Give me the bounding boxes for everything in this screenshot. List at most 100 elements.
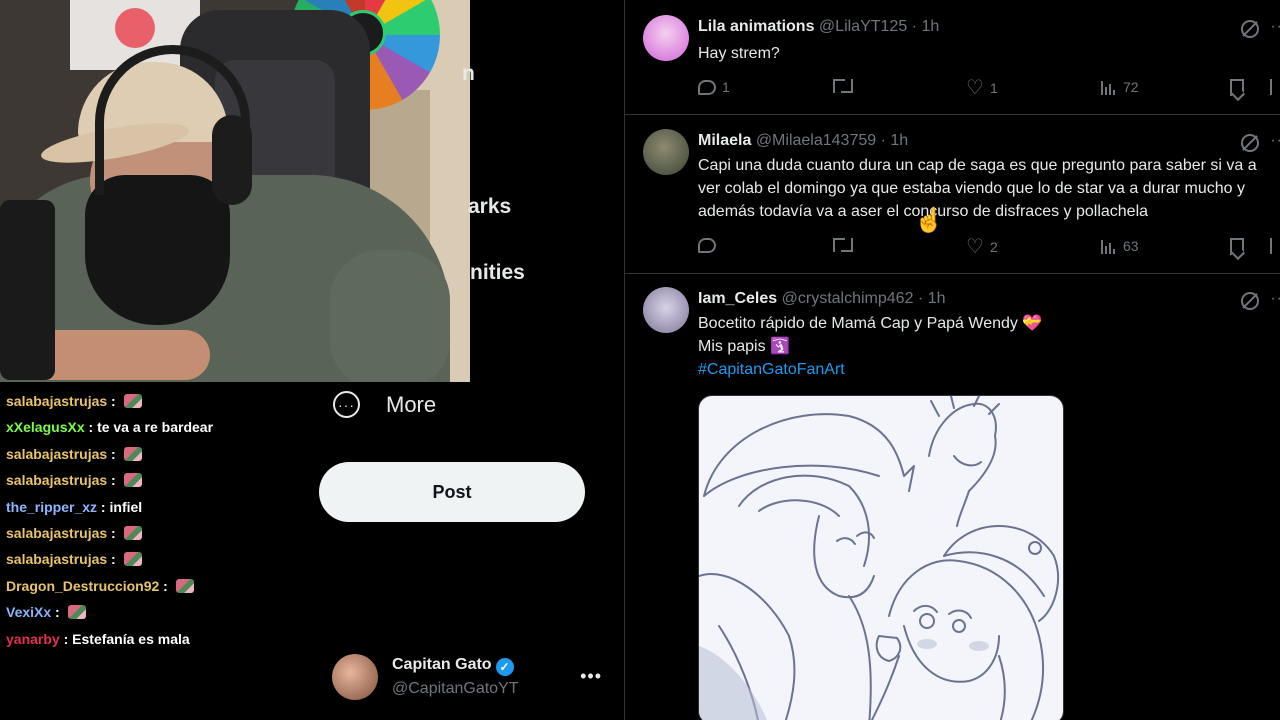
tweet-text: Bocetito rápido de Mamá Cap y Papá Wendy… xyxy=(698,312,1278,381)
share-button[interactable] xyxy=(1270,79,1280,95)
retweet-button[interactable] xyxy=(833,79,859,93)
chat-message: salabajastrujas : xyxy=(0,467,300,493)
chat-emote-icon xyxy=(123,525,142,540)
tweet-line-1: Bocetito rápido de Mamá Cap y Papá Wendy xyxy=(698,315,1018,332)
chat-username[interactable]: salabajastrujas xyxy=(6,446,107,462)
chat-username[interactable]: VexiXx xyxy=(6,604,51,620)
retweet-icon xyxy=(833,79,853,93)
tweet-author-handle[interactable]: @Milaela143759 xyxy=(756,132,876,149)
chat-username[interactable]: salabajastrujas xyxy=(6,393,107,409)
chat-emote-icon xyxy=(175,578,194,593)
reply-count: 1 xyxy=(722,79,730,95)
webcam-poster-graphic xyxy=(115,8,155,48)
nav-item-fragment-1[interactable]: n xyxy=(462,62,475,86)
tweet-text: Hay strem? xyxy=(698,45,780,62)
account-name-row: Capitan Gato ✓ xyxy=(392,656,514,676)
grok-icon[interactable] xyxy=(1241,134,1259,152)
tweet[interactable]: Milaela @Milaela143759 · 1h ·· Capi una … xyxy=(625,115,1280,274)
post-button[interactable]: Post xyxy=(319,462,585,522)
tweet-avatar[interactable] xyxy=(643,129,689,175)
webcam-overlay xyxy=(0,0,470,382)
tweet-time[interactable]: 1h xyxy=(928,290,946,307)
chat-separator: : xyxy=(107,445,120,462)
views-button[interactable]: 72 xyxy=(1101,79,1139,95)
chat-username[interactable]: Dragon_Destruccion92 xyxy=(6,578,159,594)
chat-username[interactable]: salabajastrujas xyxy=(6,551,107,567)
heart-icon: ♡ xyxy=(966,236,984,258)
tweet-more-icon[interactable]: ·· xyxy=(1270,290,1280,308)
tweet-hashtag-link[interactable]: #CapitanGatoFanArt xyxy=(698,358,1278,381)
tweet-author-handle[interactable]: @crystalchimp462 xyxy=(782,290,914,307)
chat-username[interactable]: salabajastrujas xyxy=(6,525,107,541)
tweet-line-2: Mis papis xyxy=(698,338,766,355)
chat-username[interactable]: xXelagusXx xyxy=(6,419,85,435)
tweet-time[interactable]: 1h xyxy=(921,18,939,35)
reply-button[interactable]: 1 xyxy=(698,79,730,95)
verified-badge-icon: ✓ xyxy=(495,658,514,676)
chat-username[interactable]: salabajastrujas xyxy=(6,472,107,488)
chat-separator: : xyxy=(97,498,110,515)
share-icon xyxy=(1270,238,1280,254)
tweet-more-icon[interactable]: ·· xyxy=(1270,132,1280,150)
like-button[interactable]: ♡ 2 xyxy=(966,236,998,258)
chat-emote-icon xyxy=(123,394,142,408)
chat-username[interactable]: yanarby xyxy=(6,631,60,647)
reply-icon xyxy=(698,79,716,95)
nav-item-bookmarks-fragment[interactable]: arks xyxy=(468,195,511,219)
tweet[interactable]: Lila animations @LilaYT125 · 1h ·· Hay s… xyxy=(625,0,1280,115)
tweet-author-name[interactable]: Lila animations xyxy=(698,18,814,35)
tweet-header: Milaela @Milaela143759 · 1h xyxy=(698,132,908,150)
chat-message: salabajastrujas : xyxy=(0,388,300,414)
chat-message: xXelagusXx : te va a re bardear xyxy=(0,414,300,440)
chat-message: Dragon_Destruccion92 : xyxy=(0,573,300,599)
grok-icon[interactable] xyxy=(1241,292,1259,310)
chat-username[interactable]: the_ripper_xz xyxy=(6,499,97,515)
tweet-avatar[interactable] xyxy=(643,15,689,61)
chat-separator: : xyxy=(107,551,120,568)
account-menu-icon[interactable]: ••• xyxy=(580,666,602,687)
chat-emote-icon xyxy=(67,605,86,620)
tweet-author-name[interactable]: Milaela xyxy=(698,132,751,149)
like-count: 1 xyxy=(989,80,998,96)
account-switcher[interactable]: Capitan Gato ✓ @CapitanGatoYT ••• xyxy=(332,654,602,704)
chat-emote-icon xyxy=(123,473,142,488)
more-circle-icon: ··· xyxy=(333,391,360,418)
tweet-author-name[interactable]: Iam_Celes xyxy=(698,290,777,307)
tweet-header: Iam_Celes @crystalchimp462 · 1h xyxy=(698,290,946,308)
tweet-text: Capi una duda cuanto dura un cap de saga… xyxy=(698,157,1257,220)
views-button[interactable]: 63 xyxy=(1101,238,1139,254)
chat-separator: : xyxy=(51,604,64,621)
tweet-author-handle[interactable]: @LilaYT125 xyxy=(819,18,907,35)
webcam-streamer-mask xyxy=(85,175,230,325)
account-handle: @CapitanGatoYT xyxy=(392,680,519,697)
reply-button[interactable] xyxy=(698,238,722,253)
chat-text: infiel xyxy=(109,498,143,515)
tweet-fanart-image[interactable] xyxy=(698,395,1064,720)
grok-icon[interactable] xyxy=(1241,20,1259,38)
nav-item-more[interactable]: ··· More xyxy=(333,391,436,418)
chat-message: VexiXx : xyxy=(0,599,300,625)
chat-separator: : xyxy=(107,472,120,489)
share-button[interactable] xyxy=(1270,238,1280,254)
tweet-avatar[interactable] xyxy=(643,287,689,333)
bookmark-icon xyxy=(1230,79,1244,96)
tweet-separator: · xyxy=(917,290,924,307)
bookmark-button[interactable] xyxy=(1230,238,1244,255)
tweet-more-icon[interactable]: ·· xyxy=(1270,18,1280,36)
views-count: 72 xyxy=(1123,79,1139,95)
chat-separator: : xyxy=(84,419,98,436)
tweet-header: Lila animations @LilaYT125 · 1h xyxy=(698,18,939,36)
chat-separator: : xyxy=(59,630,73,647)
tweet-separator: · xyxy=(880,132,886,149)
bookmark-button[interactable] xyxy=(1230,79,1244,96)
retweet-button[interactable] xyxy=(833,238,859,252)
share-icon xyxy=(1270,79,1280,95)
heart-gift-emoji: 💝 xyxy=(1022,315,1043,332)
tweet-time[interactable]: 1h xyxy=(890,132,908,149)
account-avatar xyxy=(332,654,378,700)
like-button[interactable]: ♡ 1 xyxy=(966,78,998,98)
nav-item-communities-fragment[interactable]: nities xyxy=(470,261,525,285)
chat-message: yanarby : Estefanía es mala xyxy=(0,626,300,652)
chat-separator: : xyxy=(107,393,120,409)
tweet-text-line: Mis papis 🛐 xyxy=(698,335,1278,358)
